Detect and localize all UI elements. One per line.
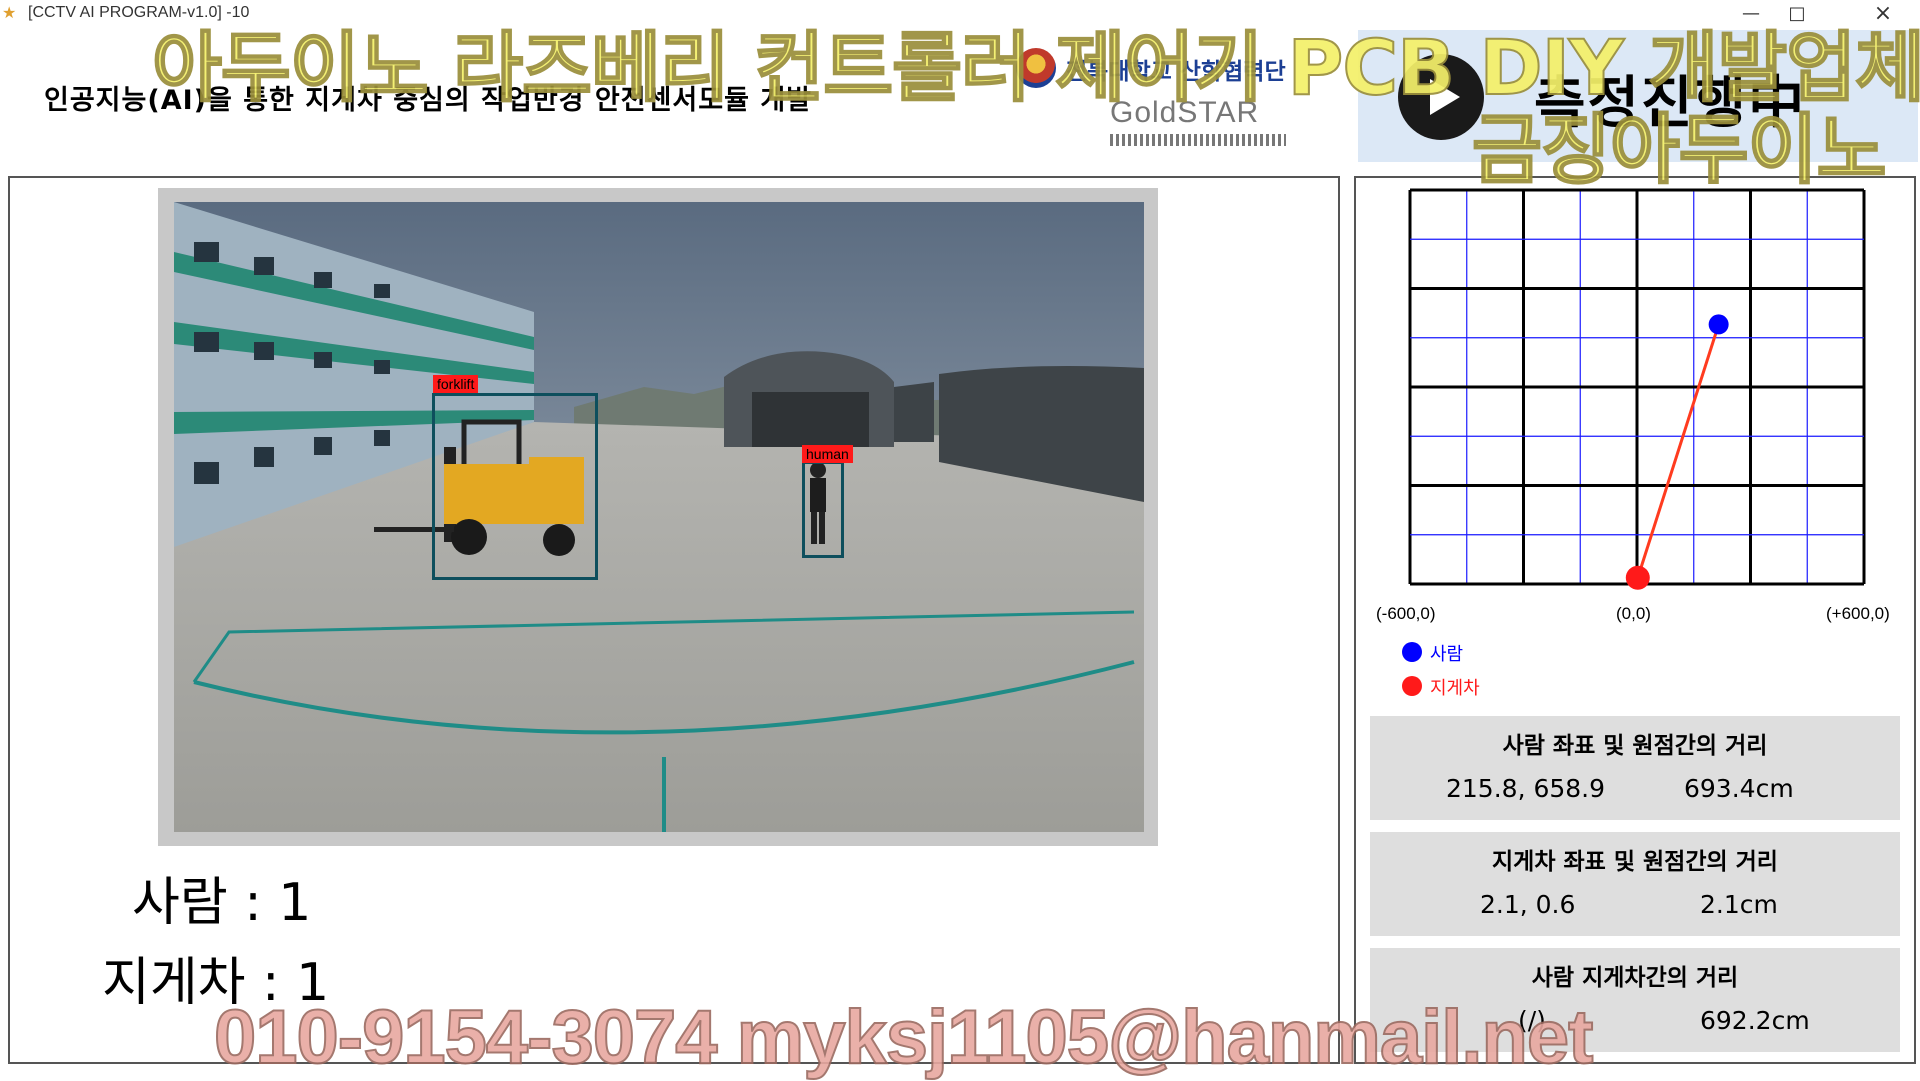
person-info-box: 사람 좌표 및 원점간의 거리 215.8, 658.9 693.4cm	[1370, 716, 1900, 820]
forklift-marker	[1625, 565, 1650, 590]
legend-person-dot	[1402, 642, 1422, 662]
forklift-info-title: 지게차 좌표 및 원점간의 거리	[1492, 849, 1778, 875]
legend-person-label: 사람	[1430, 644, 1464, 665]
human-bounding-box	[802, 461, 844, 558]
between-distance: 692.2cm	[1700, 1006, 1810, 1035]
person-distance: 693.4cm	[1684, 774, 1794, 803]
position-grid	[1408, 188, 1866, 590]
forklift-coords: 2.1, 0.6	[1480, 890, 1576, 919]
person-forklift-line	[1636, 323, 1721, 579]
app-icon: ★	[2, 3, 17, 22]
camera-feed	[174, 202, 1144, 832]
axis-min-label: (-600,0)	[1376, 604, 1436, 623]
forklift-detection-label: forklift	[433, 375, 479, 393]
forklift-info-box: 지게차 좌표 및 원점간의 거리 2.1, 0.6 2.1cm	[1370, 832, 1900, 936]
human-detection-label: human	[802, 445, 853, 463]
person-coords: 215.8, 658.9	[1446, 774, 1606, 803]
legend-forklift-label: 지게차	[1430, 678, 1480, 699]
watermark-contact: 010-9154-3074 myksj1105@hanmail.net	[213, 994, 1594, 1081]
axis-origin-label: (0,0)	[1616, 604, 1651, 623]
legend-forklift-dot	[1402, 676, 1422, 696]
distance-info-title: 사람 지게차간의 거리	[1531, 965, 1739, 991]
forklift-bounding-box	[432, 393, 598, 580]
person-count: 사람 : 1	[132, 873, 312, 933]
person-info-title: 사람 좌표 및 원점간의 거리	[1502, 733, 1768, 759]
person-marker	[1708, 314, 1729, 335]
watermark-right: 금징아두이노	[1471, 104, 1888, 195]
axis-max-label: (+600,0)	[1826, 604, 1890, 623]
forklift-distance: 2.1cm	[1700, 890, 1778, 919]
goldstar-barcode	[1110, 134, 1286, 146]
